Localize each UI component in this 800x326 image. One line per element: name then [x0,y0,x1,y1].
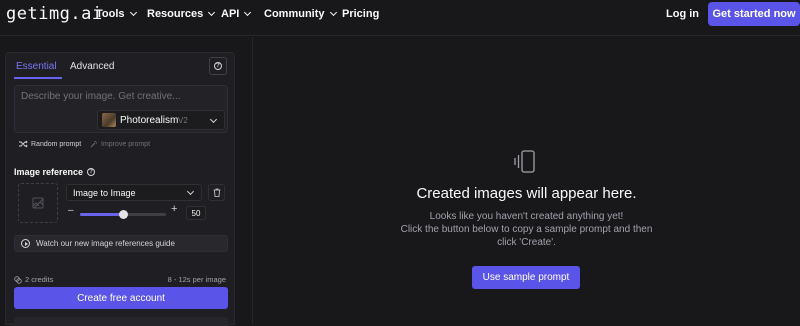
nav-item-tools[interactable]: Tools [96,8,137,20]
coins-icon [14,275,22,284]
active-tab-indicator [14,77,62,79]
get-started-button[interactable]: Get started now [708,2,800,26]
play-icon [21,239,30,248]
reference-mode-value: Image to Image [73,188,136,198]
empty-state-line: click 'Create'. [497,237,556,248]
nav-item-api[interactable]: API [221,8,252,20]
slider-handle[interactable] [119,210,128,219]
prompt-box: Photorealism V2 [14,85,228,133]
nav-item-pricing[interactable]: Pricing [342,8,379,20]
logo[interactable]: getimg.ai [6,4,103,24]
section-title-label: Image reference [14,167,84,177]
generator-panel: Essential Advanced ? Photorealism V2 Ran… [5,52,235,326]
prompt-input[interactable] [21,91,221,102]
tab-essential[interactable]: Essential [16,61,57,72]
help-button[interactable]: ? [209,57,227,75]
trash-icon [213,188,220,197]
increase-strength-button[interactable]: + [171,203,177,215]
nav-item-label: API [221,8,240,20]
image-reference-box: Image to Image – + 50 [14,181,228,225]
credits-info: 2 credits [14,275,53,284]
remove-reference-button[interactable] [208,184,225,201]
images-stack-icon [514,150,535,173]
reference-mode-select[interactable]: Image to Image [66,184,202,201]
strength-slider[interactable] [80,210,166,219]
tab-advanced[interactable]: Advanced [70,61,114,72]
chevron-down-icon [209,115,218,124]
style-name: Photorealism [120,115,179,126]
style-select[interactable]: Photorealism V2 [97,110,225,130]
decrease-strength-button[interactable]: – [68,205,74,216]
style-thumbnail [102,113,116,127]
empty-state-description: Looks like you haven't created anything … [253,210,800,249]
question-icon: ? [214,62,222,70]
nav-item-label: Pricing [342,8,380,20]
credits-label: 2 credits [25,275,54,284]
random-prompt-button[interactable]: Random prompt [19,140,81,148]
style-version: V2 [178,116,188,125]
improve-prompt-button[interactable]: Improve prompt [90,140,150,148]
references-guide-link[interactable]: Watch our new image references guide [14,235,228,252]
info-icon[interactable]: ? [87,168,96,176]
nav-item-resources[interactable]: Resources [147,8,216,20]
panel-divider [252,37,253,325]
improve-prompt-label: Improve prompt [101,140,151,148]
chevron-down-icon [208,8,216,17]
image-reference-title: Image reference ? [14,167,96,177]
nav-item-label: Community [264,8,325,20]
use-sample-prompt-button[interactable]: Use sample prompt [472,266,580,289]
slider-fill [80,213,123,216]
chevron-down-icon [244,8,252,17]
create-account-button[interactable]: Create free account [14,287,228,309]
guide-label: Watch our new image references guide [36,239,175,248]
chevron-down-icon [329,8,337,17]
image-placeholder-icon [32,197,44,209]
image-upload-dropzone[interactable] [18,183,58,223]
generation-time: 8 - 12s per image [167,275,226,284]
nav-item-label: Resources [147,8,204,20]
nav-item-label: Tools [96,8,125,20]
login-link[interactable]: Log in [666,8,699,20]
nav-item-community[interactable]: Community [264,8,337,20]
chevron-down-icon [129,8,137,17]
empty-state-title: Created images will appear here. [416,185,637,202]
empty-state-line: Click the button below to copy a sample … [400,224,653,235]
strength-value-field[interactable]: 50 [186,206,206,220]
empty-state-line: Looks like you haven't created anything … [429,211,624,222]
random-prompt-label: Random prompt [31,140,82,148]
chevron-down-icon [186,187,195,196]
sparkle-icon [90,141,97,148]
top-nav: getimg.ai Tools Resources API Community … [0,0,800,36]
shuffle-icon [19,140,28,148]
